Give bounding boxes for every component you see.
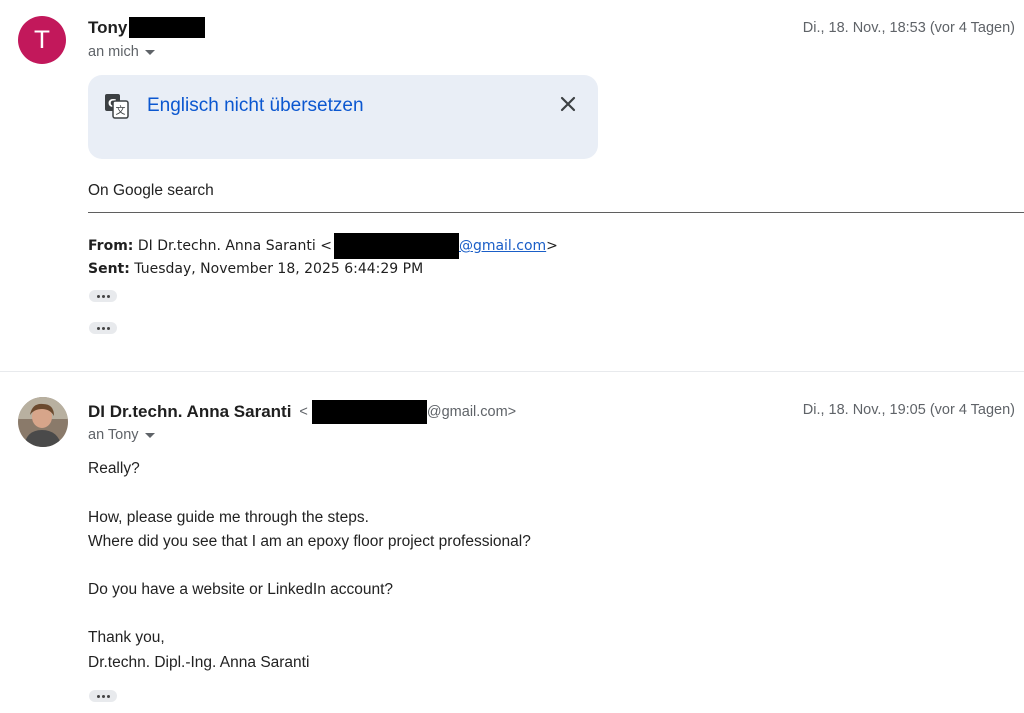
redaction-bar xyxy=(311,400,427,424)
from-email-link[interactable]: @gmail.com xyxy=(459,238,546,254)
sender-email-domain: @gmail.com> xyxy=(426,404,517,420)
sender-name[interactable]: DI Dr.techn. Anna Saranti xyxy=(88,402,291,422)
dont-translate-link[interactable]: Englisch nicht übersetzen xyxy=(147,95,364,117)
recipient-label: an mich xyxy=(88,44,139,60)
body-line: Really? xyxy=(88,460,140,477)
recipient-label: an Tony xyxy=(88,427,139,443)
sender-avatar[interactable] xyxy=(18,397,68,447)
message-date[interactable]: Di., 18. Nov., 18:53 (vor 4 Tagen) xyxy=(803,20,1015,36)
from-end: > xyxy=(546,238,558,254)
sender-header: DI Dr.techn. Anna Saranti < @gmail.com> xyxy=(88,400,516,424)
sender-name[interactable]: Tony xyxy=(88,18,127,38)
sender-header: Tony xyxy=(88,17,206,38)
body-line: Dr.techn. Dipl.-Ing. Anna Saranti xyxy=(88,654,310,671)
chevron-down-icon xyxy=(144,49,155,55)
sent-value: Tuesday, November 18, 2025 6:44:29 PM xyxy=(134,261,424,277)
from-label: From: xyxy=(88,238,134,254)
recipient-dropdown[interactable]: an mich xyxy=(88,44,155,60)
forward-sent-line: Sent: Tuesday, November 18, 2025 6:44:29… xyxy=(88,261,423,277)
body-line: Where did you see that I am an epoxy flo… xyxy=(88,533,531,550)
close-icon[interactable] xyxy=(556,92,580,116)
recipient-dropdown[interactable]: an Tony xyxy=(88,427,155,443)
from-name: DI Dr.techn. Anna Saranti < xyxy=(137,238,332,254)
translate-banner: G 文 Englisch nicht übersetzen xyxy=(88,75,598,159)
svg-text:文: 文 xyxy=(116,104,126,117)
show-trimmed-button[interactable] xyxy=(89,322,117,334)
sender-email-open: < xyxy=(299,404,308,420)
show-trimmed-button[interactable] xyxy=(89,690,117,702)
message-body: On Google search xyxy=(88,182,214,199)
sent-label: Sent: xyxy=(88,261,130,277)
show-trimmed-button[interactable] xyxy=(89,290,117,302)
body-line: Do you have a website or LinkedIn accoun… xyxy=(88,581,394,598)
redaction-bar xyxy=(333,233,459,259)
translate-icon: G 文 xyxy=(105,94,129,119)
body-line: How, please guide me through the steps. xyxy=(88,509,369,526)
message-separator xyxy=(0,371,1024,372)
chevron-down-icon xyxy=(144,432,155,438)
forward-from-line: From: DI Dr.techn. Anna Saranti < @gmail… xyxy=(88,233,558,259)
quote-divider xyxy=(88,212,1024,213)
body-line: Thank you, xyxy=(88,629,165,646)
message-date[interactable]: Di., 18. Nov., 19:05 (vor 4 Tagen) xyxy=(803,402,1015,418)
redaction-bar xyxy=(129,17,206,38)
sender-avatar[interactable]: T xyxy=(18,16,66,64)
